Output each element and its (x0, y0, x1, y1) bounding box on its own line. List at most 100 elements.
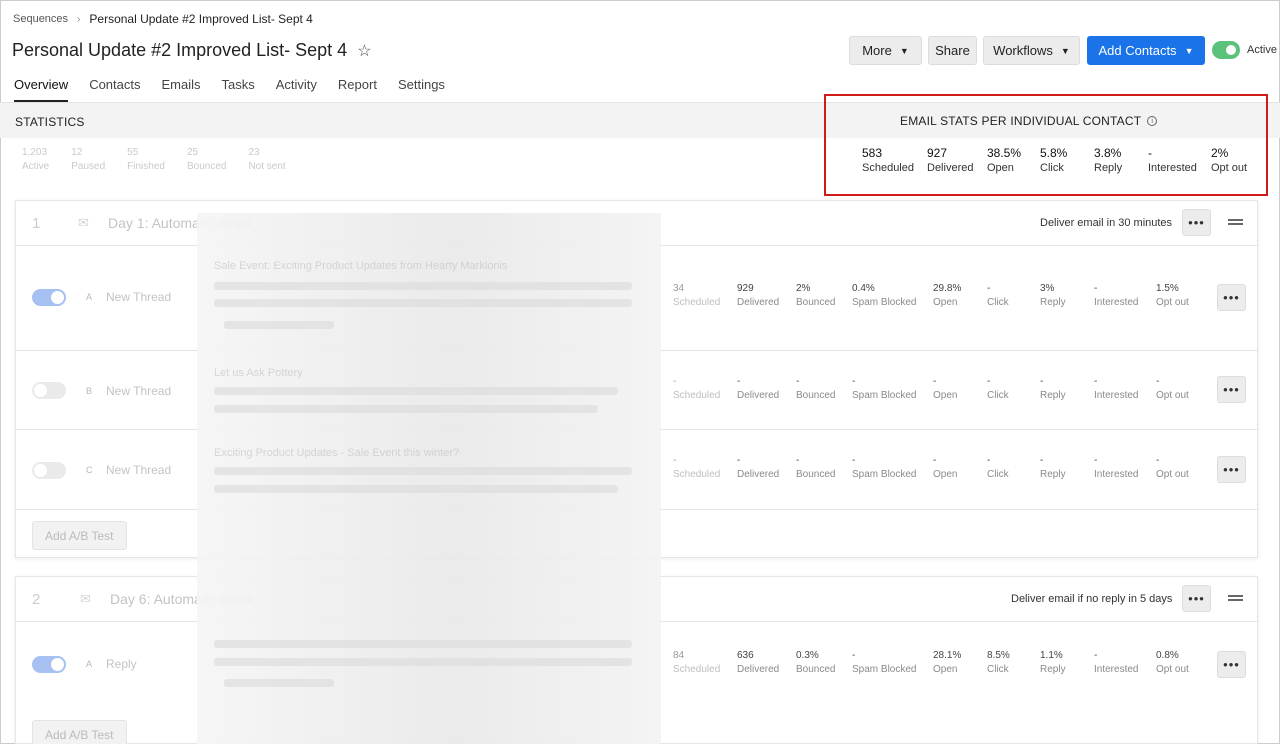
stat-label: Opt out (1211, 162, 1248, 174)
row-stat: 3% Reply (1040, 282, 1066, 310)
row-stat: 636 Delivered (737, 649, 779, 677)
row-stat-value: 3% (1040, 283, 1055, 294)
add-contacts-button[interactable]: Add Contacts ▼ (1087, 36, 1205, 65)
more-button[interactable]: More ▼ (849, 36, 922, 65)
row-stat-label: Opt out (1156, 469, 1189, 480)
summary-value: 12 (71, 147, 83, 158)
row-stat: - Opt out (1156, 454, 1189, 482)
more-button-label: More (862, 43, 892, 58)
deliver-condition: Deliver email if no reply in 5 days (1011, 593, 1173, 605)
email-subject-preview: Exciting Product Updates - Sale Event th… (214, 447, 460, 459)
row-stat-value: - (1040, 376, 1044, 387)
blurred-text-line (214, 405, 598, 413)
variant-toggle[interactable] (32, 382, 66, 399)
breadcrumb-root-link[interactable]: Sequences (13, 13, 68, 25)
row-stat-label: Delivered (737, 297, 780, 308)
summary-not-sent: 23 Not sent (248, 146, 285, 174)
variant-options-button[interactable]: ••• (1217, 376, 1246, 403)
blurred-text-line (214, 467, 632, 475)
workflows-button[interactable]: Workflows ▼ (983, 36, 1080, 65)
row-stat-label: Scheduled (673, 297, 721, 308)
tab-overview[interactable]: Overview (14, 77, 69, 102)
row-stat-label: Delivered (737, 664, 780, 675)
stat-value: 927 (927, 146, 948, 160)
add-ab-test-button[interactable]: Add A/B Test (32, 521, 127, 550)
variant-toggle[interactable] (32, 462, 66, 479)
row-stat-value: 636 (737, 650, 754, 661)
row-stat-value: 8.5% (987, 650, 1010, 661)
row-stat-value: 2% (796, 283, 811, 294)
summary-finished: 55 Finished (127, 146, 165, 174)
row-stat: - Opt out (1156, 375, 1189, 403)
variant-options-button[interactable]: ••• (1217, 651, 1246, 678)
chevron-right-icon: › (77, 13, 81, 25)
row-stat-label: Bounced (796, 469, 836, 480)
step-options-button[interactable]: ••• (1182, 585, 1211, 612)
variant-options-button[interactable]: ••• (1217, 284, 1246, 311)
info-icon[interactable]: i (1147, 116, 1158, 126)
blurred-text-line (214, 282, 632, 290)
row-stat-label: Opt out (1156, 390, 1189, 401)
row-stat-value: 0.8% (1156, 650, 1179, 661)
add-ab-test-button[interactable]: Add A/B Test (32, 720, 127, 744)
tab-tasks[interactable]: Tasks (222, 77, 255, 102)
variant-name: New Thread (106, 290, 172, 304)
breadcrumb: Sequences › Personal Update #2 Improved … (13, 12, 313, 26)
row-stat: - Scheduled (673, 375, 720, 403)
blurred-text-line (214, 658, 632, 666)
row-stat: 0.4% Spam Blocked (852, 282, 916, 310)
breadcrumb-current: Personal Update #2 Improved List- Sept 4 (89, 12, 313, 26)
row-stat-label: Bounced (796, 297, 836, 308)
row-stat: - Open (933, 454, 957, 482)
variant-letter: B (86, 386, 93, 396)
email-stat-delivered: 927 Delivered (927, 146, 973, 176)
tab-settings[interactable]: Settings (398, 77, 445, 102)
tab-bar: Overview Contacts Emails Tasks Activity … (14, 77, 466, 102)
email-subject-preview: Sale Event: Exciting Product Updates fro… (214, 260, 508, 272)
mail-icon: ✉ (80, 591, 91, 606)
row-stat-value: 1.1% (1040, 650, 1063, 661)
variant-letter: C (86, 465, 93, 475)
tab-contacts[interactable]: Contacts (89, 77, 140, 102)
row-stat-label: Interested (1094, 469, 1139, 480)
drag-handle-icon[interactable] (1228, 595, 1243, 601)
variant-options-button[interactable]: ••• (1217, 456, 1246, 483)
star-icon[interactable]: ☆ (357, 41, 371, 61)
summary-paused: 12 Paused (71, 146, 105, 174)
share-button[interactable]: Share (928, 36, 977, 65)
stat-label: Open (987, 162, 1014, 174)
row-stat-label: Scheduled (673, 469, 721, 480)
tab-report[interactable]: Report (338, 77, 377, 102)
variant-name: New Thread (106, 463, 172, 477)
row-stat-value: 1.5% (1156, 283, 1179, 294)
row-stat-value: 84 (673, 650, 685, 661)
tab-activity[interactable]: Activity (276, 77, 317, 102)
row-stat-value: - (673, 376, 677, 387)
summary-label: Not sent (248, 161, 286, 172)
variant-letter: A (86, 659, 93, 669)
step-options-button[interactable]: ••• (1182, 209, 1211, 236)
tab-emails[interactable]: Emails (162, 77, 201, 102)
email-subject-preview: Let us Ask Pottery (214, 367, 303, 379)
row-stat: 0.3% Bounced (796, 649, 835, 677)
row-stat: - Bounced (796, 375, 835, 403)
row-stat-label: Delivered (737, 469, 780, 480)
row-stat-value: - (852, 650, 856, 661)
drag-handle-icon[interactable] (1228, 219, 1243, 225)
summary-label: Bounced (186, 161, 227, 172)
stat-label: Interested (1148, 162, 1197, 174)
row-stat: 929 Delivered (737, 282, 779, 310)
row-stat: - Interested (1094, 454, 1138, 482)
row-stat-label: Reply (1040, 390, 1066, 401)
row-stat-value: 28.1% (933, 650, 962, 661)
row-stat-value: 929 (737, 283, 754, 294)
blurred-text-line (214, 640, 632, 648)
variant-toggle[interactable] (32, 656, 66, 673)
summary-value: 1,203 (22, 147, 48, 158)
row-stat-label: Opt out (1156, 664, 1189, 675)
variant-toggle[interactable] (32, 289, 66, 306)
row-stat-value: - (852, 455, 856, 466)
sequence-active-toggle[interactable] (1212, 41, 1240, 59)
summary-value: 55 (127, 147, 139, 158)
row-stat: - Click (987, 454, 1009, 482)
